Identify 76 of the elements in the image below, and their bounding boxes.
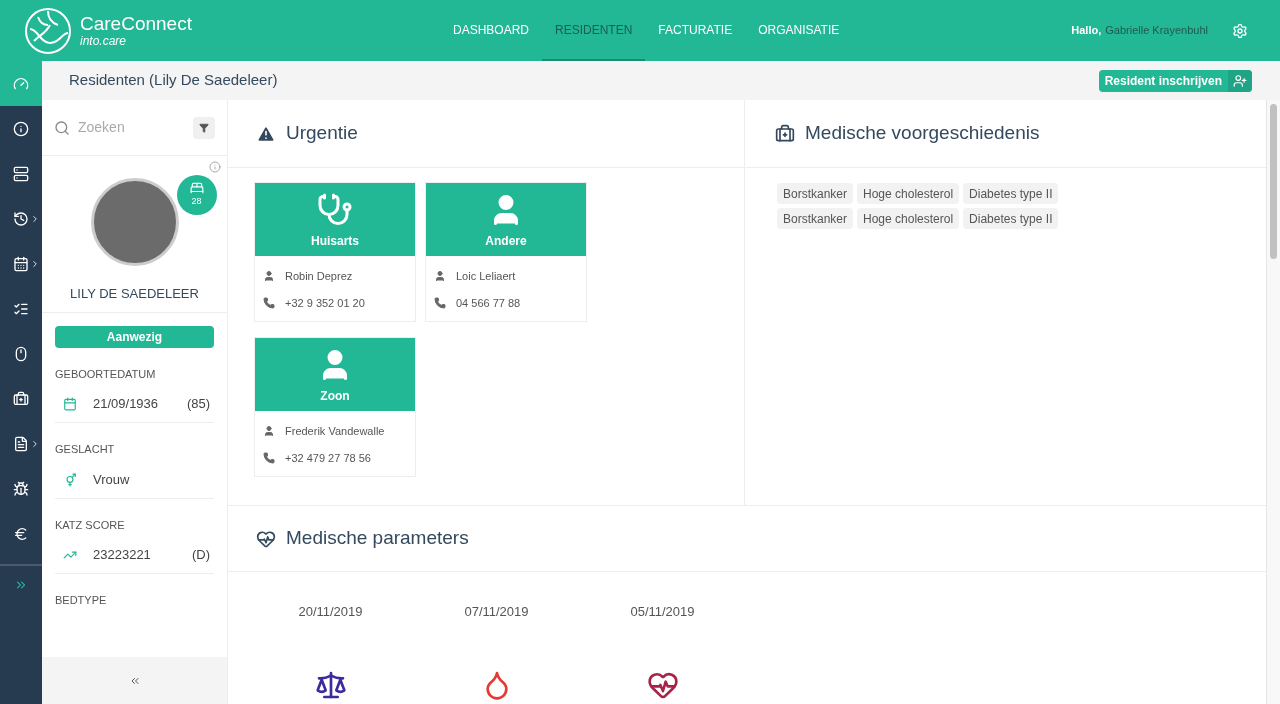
bed-icon — [189, 181, 204, 196]
chevron-icon — [30, 258, 40, 269]
nav-tab[interactable]: ORGANISATIE — [745, 0, 853, 61]
calendar-icon — [63, 397, 77, 411]
history-tag: Hoge cholesterol — [857, 183, 960, 204]
contact-name: Frederik Vandewalle — [285, 424, 385, 439]
search-field[interactable]: Zoeken — [78, 117, 185, 138]
heart-pulse-icon — [256, 528, 276, 549]
contact-phone: 04 566 77 88 — [456, 295, 521, 311]
mouse-icon — [13, 345, 29, 362]
resident-name: LILY DE SAEDELEER — [70, 285, 199, 303]
person-icon — [434, 270, 446, 283]
room-number: 28 — [191, 195, 202, 209]
contact-role: Zoon — [320, 388, 350, 405]
section-title: Medische parameters — [286, 526, 469, 551]
euro-icon — [13, 525, 29, 542]
parameter-date: 05/11/2019 — [630, 603, 695, 621]
medkit-icon — [13, 390, 29, 407]
section-title: Medische voorgeschiedenis — [805, 121, 1040, 146]
page-title: Residenten (Lily De Saedeleer) — [69, 70, 278, 91]
phone-icon — [434, 296, 446, 309]
contact-role: Huisarts — [311, 233, 359, 250]
filter-icon — [199, 122, 209, 133]
person-icon — [263, 270, 275, 283]
medkit-icon — [775, 123, 795, 144]
user-name[interactable]: Gabrielle Krayenbuhl — [1105, 22, 1208, 39]
field-label: BEDTYPE — [55, 593, 108, 608]
history-tag: Diabetes type II — [963, 183, 1059, 204]
phone-icon — [263, 296, 275, 309]
document-icon — [13, 435, 29, 452]
scrollbar[interactable] — [1266, 100, 1280, 704]
add-user-icon — [1233, 73, 1247, 88]
info-icon — [13, 120, 29, 137]
parameter-date: 20/11/2019 — [298, 603, 363, 621]
gauge-icon — [13, 75, 29, 92]
settings-icon[interactable] — [1232, 22, 1248, 39]
calendar-icon — [13, 255, 29, 272]
register-resident-button[interactable]: Resident inschrijven — [1098, 69, 1252, 92]
filter-button[interactable] — [193, 116, 215, 139]
history-tag: Borstkanker — [777, 208, 854, 229]
field-value: 21/09/1936 — [93, 395, 159, 414]
expand-icon[interactable] — [14, 578, 28, 592]
history-icon — [13, 210, 29, 227]
gender-icon — [63, 472, 77, 487]
field-label: GEBOORTEDATUM — [55, 366, 157, 382]
contact-phone: +32 9 352 01 20 — [285, 295, 365, 311]
chevron-icon — [30, 213, 40, 224]
doctor-icon — [317, 192, 353, 228]
field-label: KATZ SCORE — [55, 517, 126, 533]
server-icon — [13, 165, 29, 182]
contact-name: Loic Leliaert — [456, 269, 516, 284]
field-value: 23223221 — [93, 546, 151, 565]
search-icon — [54, 119, 70, 136]
history-tag: Diabetes type II — [963, 208, 1059, 229]
field-value: Vrouw — [93, 470, 130, 489]
section-title: Urgentie — [286, 121, 358, 146]
chevron-icon — [30, 438, 40, 449]
history-tag: Hoge cholesterol — [857, 208, 960, 229]
status-badge: Aanwezig — [55, 325, 214, 348]
logo-icon — [24, 6, 72, 55]
field-extra: (85) — [186, 395, 211, 414]
parameter-date: 07/11/2019 — [464, 603, 529, 621]
contact-name: Robin Deprez — [285, 269, 353, 284]
greeting: Hallo, — [1071, 23, 1102, 39]
nav-tab[interactable]: FACTURATIE — [645, 0, 746, 61]
field-extra: (D) — [191, 546, 211, 565]
brand-tagline: into.care — [80, 35, 128, 47]
contact-phone: +32 479 27 78 56 — [285, 450, 371, 466]
history-tag: Borstkanker — [777, 183, 854, 204]
nav-tab[interactable]: DASHBOARD — [440, 0, 542, 61]
contact-role: Andere — [485, 233, 527, 250]
person-icon — [263, 425, 275, 438]
phone-icon — [263, 451, 275, 464]
brand-name: CareConnect — [80, 14, 192, 33]
bug-icon — [13, 480, 29, 497]
field-label: GESLACHT — [55, 442, 116, 457]
